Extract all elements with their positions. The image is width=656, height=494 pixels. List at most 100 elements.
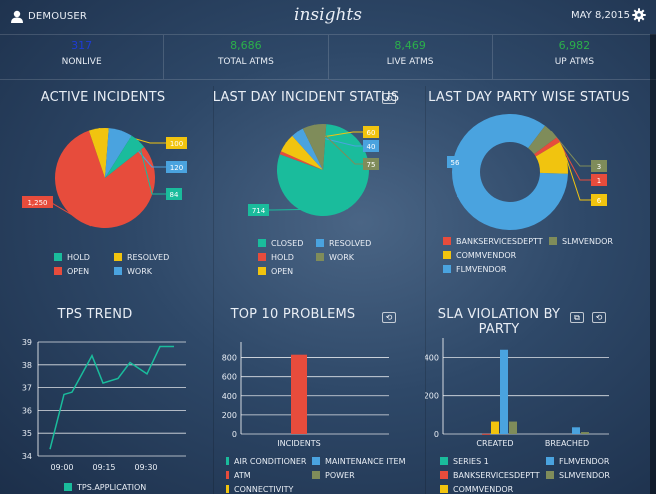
data-label: 120 xyxy=(170,164,183,172)
y-tick-label: 200 xyxy=(425,392,439,401)
last-day-status-legend: CLOSED RESOLVED HOLD WORK OPEN xyxy=(258,236,371,278)
legend-item: OPEN xyxy=(258,267,293,276)
legend-item: SLMVENDOR xyxy=(549,237,613,246)
legend-item: TPS.APPLICATION xyxy=(64,483,146,492)
x-tick-label: INCIDENTS xyxy=(277,439,320,448)
legend-item: CLOSED xyxy=(258,239,316,248)
data-label: 84 xyxy=(170,191,179,199)
bar-slmvendor xyxy=(581,432,589,434)
legend-item: ATM xyxy=(226,471,312,480)
scrollbar[interactable] xyxy=(650,34,656,494)
x-tick-label: 09:15 xyxy=(92,463,115,472)
legend-item: FLMVENDOR xyxy=(546,457,610,466)
kpi-label: NONLIVE xyxy=(61,57,102,67)
data-label: 6 xyxy=(597,197,602,205)
kpi-value: 6,982 xyxy=(558,39,591,52)
kpi-total-atms[interactable]: 8,686 TOTAL ATMS xyxy=(163,35,327,79)
y-tick-label: 800 xyxy=(222,354,237,363)
legend-item: POWER xyxy=(312,471,355,480)
legend-item: COMMVENDOR xyxy=(440,485,513,494)
title-active-incidents: ACTIVE INCIDENTS xyxy=(40,90,166,105)
y-tick-label: 39 xyxy=(22,338,32,347)
kpi-label: TOTAL ATMS xyxy=(217,57,274,67)
y-tick-label: 36 xyxy=(22,406,32,415)
last-day-status-pie: 714 60 40 75 xyxy=(248,124,379,216)
expand-icon[interactable]: ⧉ xyxy=(570,312,584,323)
top10-bar: 0 200 400 600 800 INCIDENTS xyxy=(222,342,389,448)
y-tick-label: 600 xyxy=(222,373,237,382)
legend-item: COMMVENDOR xyxy=(443,251,516,260)
legend-item: BANKSERVICESDEPTT xyxy=(440,471,546,480)
tps-series-line xyxy=(49,345,174,450)
legend-item: HOLD xyxy=(54,253,114,262)
legend-item: OPEN xyxy=(54,267,114,276)
x-tick-label: 09:00 xyxy=(50,463,73,472)
legend-item: FLMVENDOR xyxy=(443,265,507,274)
bar-atm xyxy=(291,354,307,434)
x-tick-label: BREACHED xyxy=(545,439,589,448)
y-tick-label: 37 xyxy=(22,384,32,393)
bar-bankservicesdeptt xyxy=(482,433,490,435)
bar-flmvendor xyxy=(500,349,508,434)
kpi-label: UP ATMS xyxy=(554,57,595,67)
kpi-value: 8,686 xyxy=(230,39,262,52)
refresh-icon[interactable]: ⟲ xyxy=(382,93,396,104)
y-tick-label: 35 xyxy=(22,429,32,438)
title-last-day-status: LAST DAY INCIDENT STATUS xyxy=(212,90,400,105)
data-label: 100 xyxy=(170,140,183,148)
legend-item: SERIES 1 xyxy=(440,457,546,466)
title-tps-trend: TPS TREND xyxy=(57,307,133,322)
legend-item: RESOLVED xyxy=(316,239,371,248)
legend-item: HOLD xyxy=(258,253,316,262)
title-party-status: LAST DAY PARTY WISE STATUS xyxy=(428,90,630,105)
data-label: 1,250 xyxy=(27,199,47,207)
data-label: 1 xyxy=(597,177,601,185)
kpi-value: 317 xyxy=(71,39,93,52)
top10-legend: AIR CONDITIONER MAINTENANCE ITEM ATM POWER… xyxy=(226,454,406,494)
kpi-value: 8,469 xyxy=(394,39,426,52)
kpi-live-atms[interactable]: 8,469 LIVE ATMS xyxy=(327,35,492,79)
bar-slmvendor xyxy=(509,421,517,434)
party-status-donut: 56 316 xyxy=(447,114,607,230)
current-date: MAY 8,2015 xyxy=(571,10,630,21)
data-label: 75 xyxy=(367,161,376,169)
legend-item: WORK xyxy=(316,253,354,262)
legend-item: MAINTENANCE ITEM xyxy=(312,457,406,466)
active-incidents-pie: 1,250 100 120 84 xyxy=(22,127,187,228)
tps-trend-legend: TPS.APPLICATION xyxy=(64,482,146,492)
kpi-bar: 317 NONLIVE 8,686 TOTAL ATMS 8,469 LIVE ATM… xyxy=(0,34,656,80)
legend-item: BANKSERVICESDEPTT xyxy=(443,237,549,246)
kpi-nonlive[interactable]: 317 NONLIVE xyxy=(0,35,163,79)
legend-item: CONNECTIVITY xyxy=(226,485,293,494)
gear-icon[interactable] xyxy=(632,8,646,22)
data-label: 60 xyxy=(367,129,376,137)
y-tick-label: 200 xyxy=(222,411,237,420)
refresh-icon[interactable]: ⟲ xyxy=(592,312,606,323)
bar-commvendor xyxy=(491,421,499,434)
x-tick-label: CREATED xyxy=(476,439,513,448)
data-label: 40 xyxy=(367,143,376,151)
sla-legend: SERIES 1 FLMVENDOR BANKSERVICESDEPTT SLMVE… xyxy=(440,454,610,494)
app-title: insights xyxy=(294,5,362,25)
legend-item: RESOLVED xyxy=(114,253,169,262)
y-tick-label: 0 xyxy=(434,430,439,439)
data-label: 56 xyxy=(451,159,460,167)
sla-violation-bar: 0 200 400 CREATED BREACHED xyxy=(425,338,609,448)
y-tick-label: 34 xyxy=(22,452,32,461)
y-tick-label: 400 xyxy=(425,353,439,362)
data-label: 3 xyxy=(597,163,601,171)
kpi-label: LIVE ATMS xyxy=(386,57,434,67)
kpi-up-atms[interactable]: 6,982 UP ATMS xyxy=(491,35,656,79)
tps-trend-line: 34 35 36 37 38 39 09:00 09:15 09:30 xyxy=(22,338,186,472)
refresh-icon[interactable]: ⟲ xyxy=(382,312,396,323)
data-label: 714 xyxy=(252,207,266,215)
legend-item: WORK xyxy=(114,267,152,276)
title-top10: TOP 10 PROBLEMS xyxy=(230,307,356,322)
party-status-legend: BANKSERVICESDEPTT SLMVENDOR COMMVENDOR FL… xyxy=(443,234,613,276)
x-tick-label: 09:30 xyxy=(134,463,157,472)
y-tick-label: 38 xyxy=(22,361,32,370)
legend-item: AIR CONDITIONER xyxy=(226,457,312,466)
legend-item: SLMVENDOR xyxy=(546,471,610,480)
bar-flmvendor xyxy=(572,427,580,434)
active-incidents-legend: HOLD RESOLVED OPEN WORK xyxy=(54,250,169,278)
